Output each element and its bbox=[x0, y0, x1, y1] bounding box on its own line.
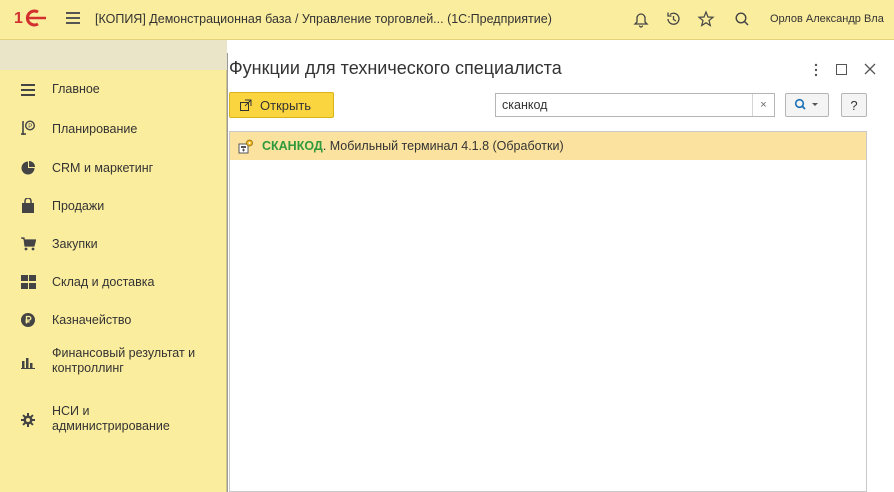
sidebar-item-label: Продажи bbox=[52, 199, 105, 213]
more-options-icon[interactable] bbox=[813, 63, 819, 77]
cart-icon bbox=[20, 236, 36, 252]
help-button[interactable]: ? bbox=[841, 93, 867, 117]
search-match: СКАНКОД bbox=[262, 139, 323, 153]
top-bar: 1 [КОПИЯ] Демонстрационная база / Управл… bbox=[0, 0, 894, 40]
results-list: СКАНКОД. Мобильный терминал 4.1.8 (Обраб… bbox=[229, 131, 867, 492]
clear-search-button[interactable]: × bbox=[752, 94, 774, 116]
history-icon[interactable] bbox=[664, 10, 682, 28]
sidebar-item-main[interactable]: Главное bbox=[0, 80, 227, 100]
1c-logo-icon[interactable]: 1 bbox=[14, 8, 48, 28]
pie-chart-icon bbox=[20, 160, 36, 176]
search-icon[interactable] bbox=[733, 10, 751, 28]
sidebar-item-treasury[interactable]: Казначейство bbox=[0, 310, 227, 330]
search-dropdown-icon bbox=[794, 98, 818, 110]
sidebar-item-warehouse[interactable]: Склад и доставка bbox=[0, 272, 227, 292]
bell-icon[interactable] bbox=[632, 10, 650, 28]
sidebar-item-purchases[interactable]: Закупки bbox=[0, 234, 227, 254]
open-button-label: Открыть bbox=[260, 97, 312, 113]
sidebar-item-label: НСИ и администрирование bbox=[52, 404, 224, 434]
search-field: × bbox=[495, 93, 775, 117]
sidebar-item-label-line2: администрирование bbox=[52, 419, 170, 433]
data-processor-icon bbox=[238, 139, 253, 154]
svg-text:P: P bbox=[28, 124, 32, 130]
shopping-bag-icon bbox=[20, 197, 36, 213]
warehouse-icon bbox=[20, 274, 36, 290]
sidebar-item-label: Планирование bbox=[52, 122, 138, 136]
open-button[interactable]: Открыть bbox=[229, 92, 334, 118]
ruble-coin-icon bbox=[20, 312, 36, 328]
maximize-icon[interactable] bbox=[836, 64, 847, 75]
sidebar-item-label-line2: контроллинг bbox=[52, 361, 124, 375]
tech-functions-panel: Функции для технического специалиста Отк… bbox=[227, 53, 894, 492]
sidebar-item-label: Склад и доставка bbox=[52, 275, 155, 289]
sidebar-item-crm[interactable]: CRM и маркетинг bbox=[0, 158, 227, 178]
main-menu-icon[interactable] bbox=[66, 12, 80, 24]
sidebar-item-admin[interactable]: НСИ и администрирование bbox=[0, 403, 227, 437]
list-item[interactable]: СКАНКОД. Мобильный терминал 4.1.8 (Обраб… bbox=[230, 132, 866, 160]
user-name[interactable]: Орлов Александр Вла bbox=[770, 13, 884, 25]
clear-icon: × bbox=[760, 99, 767, 111]
sidebar-item-sales[interactable]: Продажи bbox=[0, 196, 227, 216]
planning-icon: P bbox=[20, 120, 36, 136]
sidebar-item-label: Главное bbox=[52, 82, 100, 96]
sections-sidebar: Главное P Планирование CRM и маркетинг П… bbox=[0, 40, 227, 492]
close-icon[interactable] bbox=[864, 63, 876, 75]
star-icon[interactable] bbox=[697, 10, 715, 28]
sidebar-item-finance[interactable]: Финансовый результат и контроллинг bbox=[0, 345, 227, 379]
sidebar-item-label: Финансовый результат и контроллинг bbox=[52, 346, 224, 376]
search-input[interactable] bbox=[496, 94, 752, 116]
sidebar-item-label: Закупки bbox=[52, 237, 98, 251]
sidebar-item-label: CRM и маркетинг bbox=[52, 161, 154, 175]
gear-icon bbox=[20, 412, 36, 428]
sidebar-header-strip bbox=[0, 40, 227, 70]
open-icon bbox=[240, 99, 252, 111]
sidebar-item-label-line1: Финансовый результат и bbox=[52, 346, 196, 360]
bar-chart-icon bbox=[20, 355, 36, 371]
list-item-text: . Мобильный терминал 4.1.8 (Обработки) bbox=[322, 139, 564, 153]
sidebar-item-label: Казначейство bbox=[52, 313, 132, 327]
sidebar-item-label-line1: НСИ и bbox=[52, 404, 90, 418]
search-button[interactable] bbox=[785, 93, 829, 117]
list-item-label: СКАНКОД. Мобильный терминал 4.1.8 (Обраб… bbox=[262, 139, 564, 153]
menu-lines-icon bbox=[20, 82, 36, 98]
app-title: [КОПИЯ] Демонстрационная база / Управлен… bbox=[95, 12, 552, 26]
svg-text:1: 1 bbox=[14, 10, 23, 27]
panel-title: Функции для технического специалиста bbox=[229, 58, 562, 78]
sidebar-item-planning[interactable]: P Планирование bbox=[0, 120, 227, 140]
